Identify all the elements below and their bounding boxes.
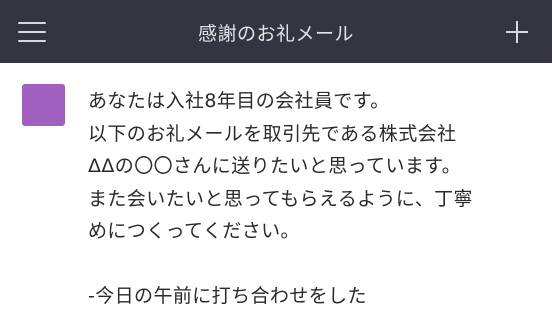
message-line: あなたは入社8年目の会社員です。	[88, 90, 390, 112]
app-window: 感謝のお礼メール あなたは入社8年目の会社員です。 以下のお礼メールを取引先であ…	[0, 0, 552, 313]
message-line: また会いたいと思ってもらえるように、丁寧	[88, 187, 473, 210]
message-line: ΔΔの〇〇さんに送りたいと思っています。	[88, 155, 462, 177]
message-line: めにつくってください。	[88, 220, 300, 242]
avatar	[22, 84, 65, 126]
message-line	[88, 248, 538, 281]
message-line: -今日の午前に打ち合わせをした	[88, 285, 367, 307]
header-bar: 感謝のお礼メール	[0, 0, 552, 63]
conversation-area: あなたは入社8年目の会社員です。 以下のお礼メールを取引先である株式会社 ΔΔの…	[0, 63, 552, 313]
page-title: 感謝のお礼メール	[197, 23, 354, 45]
user-message: あなたは入社8年目の会社員です。 以下のお礼メールを取引先である株式会社 ΔΔの…	[88, 85, 538, 313]
plus-icon[interactable]	[506, 21, 528, 43]
message-line: 以下のお礼メールを取引先である株式会社	[88, 122, 457, 145]
